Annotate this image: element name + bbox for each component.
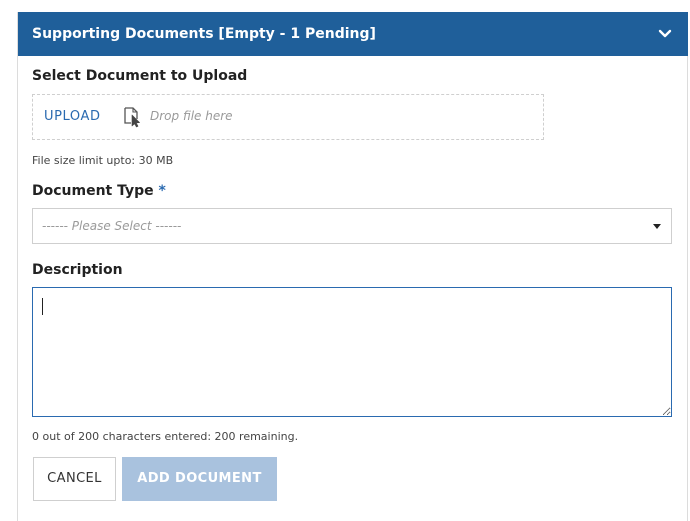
panel-header[interactable]: Supporting Documents [Empty - 1 Pending]	[18, 12, 688, 56]
supporting-documents-panel: Supporting Documents [Empty - 1 Pending]…	[17, 12, 688, 521]
drop-file-placeholder: Drop file here	[150, 109, 233, 123]
file-size-limit-text: File size limit upto: 30 MB	[32, 154, 174, 167]
add-document-button[interactable]: ADD DOCUMENT	[122, 457, 277, 501]
cancel-button[interactable]: CANCEL	[33, 457, 116, 501]
character-counter: 0 out of 200 characters entered: 200 rem…	[32, 430, 299, 443]
description-textarea[interactable]	[32, 287, 672, 417]
upload-section-label: Select Document to Upload	[32, 68, 248, 84]
text-cursor	[42, 298, 43, 315]
document-type-select[interactable]: ------ Please Select ------	[32, 208, 672, 244]
document-type-label: Document Type *	[32, 183, 166, 199]
required-marker: *	[158, 183, 166, 199]
document-type-selected-value: ------ Please Select ------	[42, 219, 182, 233]
caret-down-icon	[653, 224, 661, 229]
document-type-label-text: Document Type	[32, 183, 154, 199]
chevron-down-icon[interactable]	[658, 27, 672, 41]
file-drop-zone[interactable]: UPLOAD Drop file here	[32, 94, 544, 140]
panel-title: Supporting Documents [Empty - 1 Pending]	[32, 26, 376, 42]
description-label: Description	[32, 262, 123, 278]
file-cursor-icon	[124, 107, 140, 128]
upload-link[interactable]: UPLOAD	[44, 109, 101, 124]
